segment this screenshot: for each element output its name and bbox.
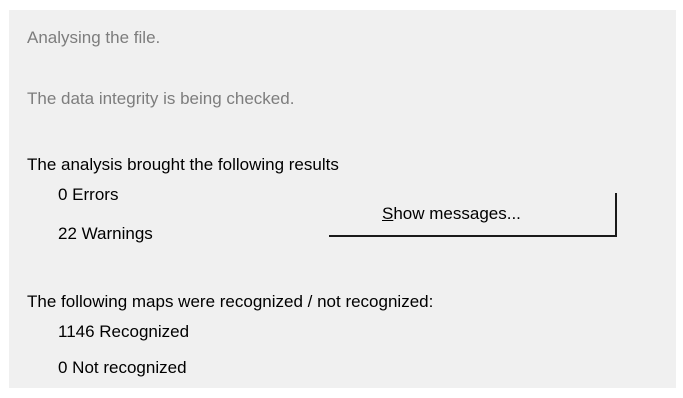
- warnings-count: 22 Warnings: [58, 224, 153, 243]
- show-messages-button-label: Show messages...: [382, 204, 521, 223]
- integrity-status-text: The data integrity is being checked.: [27, 89, 295, 108]
- analysis-panel: Analysing the file. The data integrity i…: [9, 10, 676, 388]
- analysis-results-heading: The analysis brought the following resul…: [27, 155, 339, 174]
- not-recognized-count: 0 Not recognized: [58, 358, 187, 377]
- errors-count: 0 Errors: [58, 185, 119, 204]
- analysing-status-text: Analysing the file.: [27, 28, 161, 47]
- show-messages-button[interactable]: Show messages...: [329, 193, 617, 237]
- maps-recognition-heading: The following maps were recognized / not…: [27, 292, 434, 311]
- recognized-count: 1146 Recognized: [58, 322, 190, 341]
